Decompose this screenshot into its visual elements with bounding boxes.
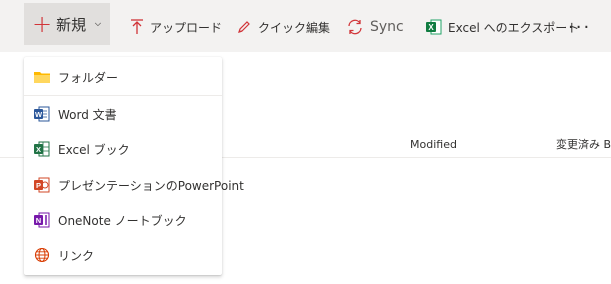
upload-arrow-icon bbox=[130, 19, 144, 35]
menu-item-onenote-notebook[interactable]: N OneNote ノートブック bbox=[24, 203, 222, 237]
quick-edit-label: クイック編集 bbox=[258, 20, 331, 35]
link-globe-icon bbox=[34, 247, 50, 263]
menu-item-label: OneNote ノートブック bbox=[58, 213, 187, 228]
excel-icon: X bbox=[34, 141, 50, 157]
menu-item-folder[interactable]: フォルダー bbox=[24, 60, 222, 94]
upload-button[interactable]: アップロード bbox=[120, 3, 232, 51]
new-button[interactable]: + 新規 bbox=[24, 3, 110, 45]
menu-item-excel-workbook[interactable]: X Excel ブック bbox=[24, 132, 222, 166]
pencil-icon bbox=[236, 19, 252, 35]
command-bar: + 新規 アップロード クイック編集 Sync X Excel へのエクスポート… bbox=[0, 0, 611, 52]
menu-item-label: フォルダー bbox=[58, 70, 119, 85]
svg-text:W: W bbox=[35, 110, 43, 119]
svg-text:N: N bbox=[36, 216, 41, 225]
sync-icon bbox=[346, 18, 364, 36]
menu-item-label: プレゼンテーションのPowerPoint bbox=[58, 178, 244, 193]
folder-icon bbox=[34, 69, 50, 85]
menu-item-label: Excel ブック bbox=[58, 142, 130, 157]
sync-label: Sync bbox=[370, 19, 404, 35]
svg-text:X: X bbox=[428, 23, 434, 32]
quick-edit-button[interactable]: クイック編集 bbox=[226, 3, 340, 51]
more-ellipsis-icon: ··· bbox=[568, 16, 592, 38]
svg-text:P: P bbox=[36, 181, 41, 190]
menu-item-word-document[interactable]: W Word 文書 bbox=[24, 97, 222, 131]
menu-item-label: Word 文書 bbox=[58, 107, 117, 122]
svg-text:X: X bbox=[36, 145, 41, 154]
onenote-icon: N bbox=[34, 212, 50, 228]
menu-item-link[interactable]: リンク bbox=[24, 238, 222, 272]
upload-label: アップロード bbox=[150, 20, 223, 35]
menu-item-powerpoint-presentation[interactable]: P プレゼンテーションのPowerPoint bbox=[24, 168, 244, 202]
new-dropdown-menu: フォルダー W Word 文書 X Excel ブック P プレゼンテーションの… bbox=[24, 57, 244, 275]
new-button-label: 新規 bbox=[56, 15, 87, 34]
more-options-button[interactable]: ··· bbox=[558, 3, 601, 51]
sync-button[interactable]: Sync bbox=[336, 3, 414, 51]
menu-divider bbox=[24, 95, 222, 96]
chevron-down-icon bbox=[95, 22, 102, 27]
excel-icon: X bbox=[426, 19, 442, 35]
menu-item-label: リンク bbox=[58, 248, 95, 263]
powerpoint-icon: P bbox=[34, 177, 50, 193]
plus-icon: + bbox=[32, 10, 53, 38]
word-icon: W bbox=[34, 106, 50, 122]
column-header-modified-by[interactable]: 変更済み B bbox=[556, 136, 611, 152]
column-header-modified[interactable]: Modified bbox=[410, 138, 457, 151]
